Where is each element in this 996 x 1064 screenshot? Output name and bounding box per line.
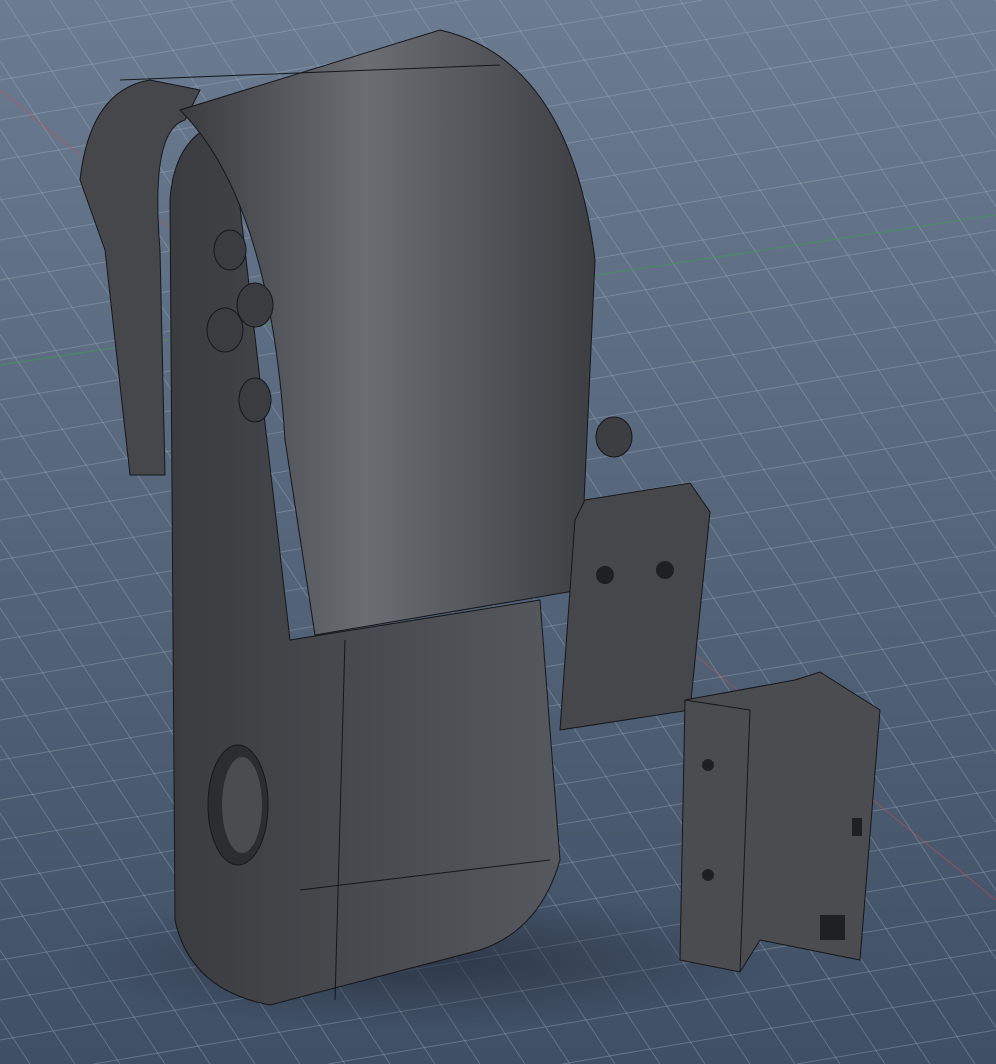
- button[interactable]: [206, 307, 244, 353]
- round-port-inner: [222, 757, 262, 853]
- mount-hole: [596, 566, 614, 584]
- button[interactable]: [213, 229, 247, 271]
- cad-viewport[interactable]: [0, 0, 996, 1064]
- mount-hole: [656, 561, 674, 579]
- clip-slot: [820, 915, 845, 940]
- clip-slot: [852, 818, 862, 836]
- viewport-canvas[interactable]: [0, 0, 996, 1064]
- clip-block: [679, 671, 881, 973]
- clip-hole: [702, 869, 714, 881]
- button[interactable]: [238, 377, 272, 423]
- button[interactable]: [236, 282, 274, 328]
- clip-hole: [702, 759, 714, 771]
- bracket-plate: [559, 482, 711, 731]
- knob[interactable]: [595, 416, 633, 458]
